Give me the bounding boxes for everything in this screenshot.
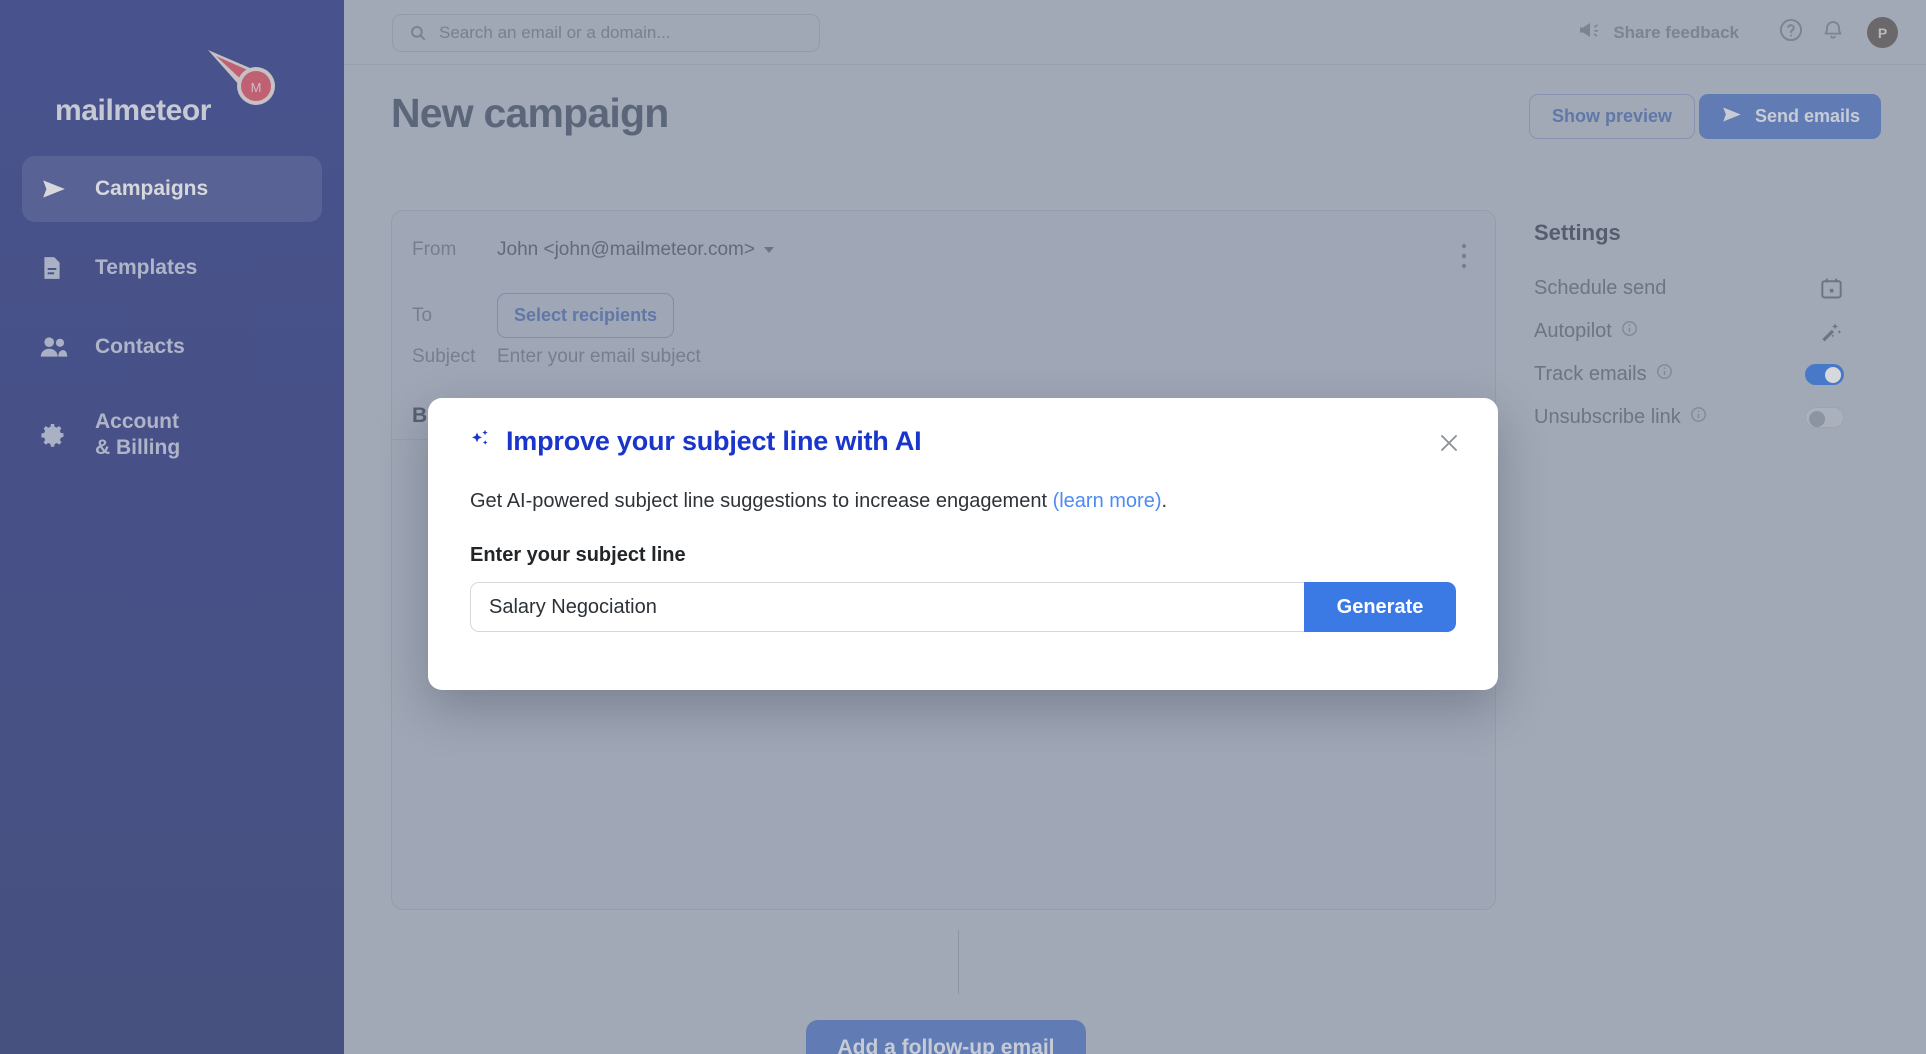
subject-line-field-label: Enter your subject line bbox=[470, 544, 686, 566]
modal-description: Get AI-powered subject line suggestions … bbox=[470, 490, 1167, 513]
generate-label: Generate bbox=[1336, 595, 1424, 618]
app-root: mailmeteor M Campaigns Templates Contact… bbox=[0, 0, 1926, 1054]
learn-more-link[interactable]: (learn more) bbox=[1053, 490, 1162, 512]
subject-line-input-row: Generate bbox=[470, 582, 1456, 632]
ai-subject-modal: Improve your subject line with AI Get AI… bbox=[428, 398, 1498, 690]
modal-title: Improve your subject line with AI bbox=[506, 426, 922, 456]
close-icon[interactable] bbox=[1432, 426, 1466, 460]
modal-description-suffix: . bbox=[1161, 490, 1168, 512]
modal-header: Improve your subject line with AI bbox=[470, 426, 922, 457]
subject-line-input[interactable] bbox=[470, 582, 1304, 632]
modal-description-text: Get AI-powered subject line suggestions … bbox=[470, 490, 1053, 512]
generate-button[interactable]: Generate bbox=[1304, 582, 1456, 632]
sparkles-icon bbox=[470, 427, 492, 456]
